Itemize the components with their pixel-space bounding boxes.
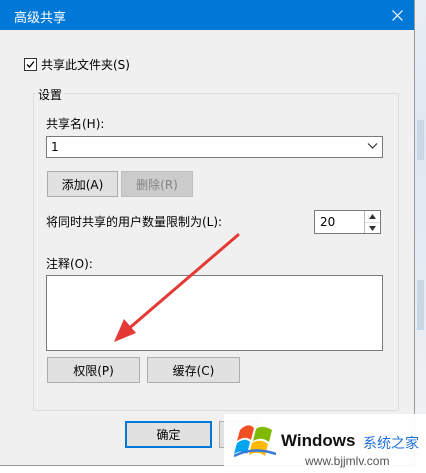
windows-logo-icon (234, 425, 276, 458)
spin-down-button[interactable] (365, 222, 380, 234)
chevron-down-icon (367, 143, 378, 149)
remove-button[interactable]: 删除(R) (121, 171, 193, 197)
settings-group-label: 设置 (36, 86, 65, 103)
checkmark-icon (26, 61, 35, 68)
background-strip (417, 120, 424, 160)
permissions-button[interactable]: 权限(P) (47, 357, 140, 383)
user-limit-label: 将同时共享的用户数量限制为(L): (46, 215, 223, 229)
caching-button[interactable]: 缓存(C) (147, 357, 240, 383)
watermark-title: Windows (281, 431, 356, 450)
spin-up-button[interactable] (365, 211, 380, 222)
background-window (415, 0, 426, 473)
share-folder-checkbox[interactable]: 共享此文件夹(S) (24, 56, 130, 73)
share-name-dropdown[interactable]: 1 (46, 136, 383, 158)
dialog-title: 高级共享 (14, 11, 67, 26)
background-strip (417, 280, 424, 330)
close-button[interactable] (380, 0, 414, 30)
share-folder-label: 共享此文件夹(S) (41, 58, 130, 72)
ok-button[interactable]: 确定 (125, 421, 212, 448)
comment-label: 注释(O): (46, 257, 93, 271)
advanced-sharing-dialog: 高级共享 共享此文件夹(S) 设置 共享名(H): 1 添加(A) 删除(R) … (0, 0, 415, 466)
watermark-brand: 系统之家 (363, 436, 419, 452)
share-name-label: 共享名(H): (46, 117, 105, 131)
caret-up-icon (369, 214, 376, 219)
close-icon (391, 9, 403, 21)
share-name-value: 1 (51, 140, 59, 154)
caret-down-icon (369, 226, 376, 231)
user-limit-value: 20 (320, 215, 336, 229)
checkbox-box[interactable] (24, 58, 37, 71)
spinner-buttons (364, 211, 380, 233)
watermark: Windows 系统之家 www.bjjmlv.com (224, 414, 426, 473)
comment-textarea[interactable] (46, 275, 383, 351)
watermark-url: www.bjjmlv.com (305, 454, 390, 468)
user-limit-spinner[interactable]: 20 (314, 210, 381, 234)
title-bar: 高级共享 (0, 0, 414, 30)
add-button[interactable]: 添加(A) (47, 171, 118, 197)
